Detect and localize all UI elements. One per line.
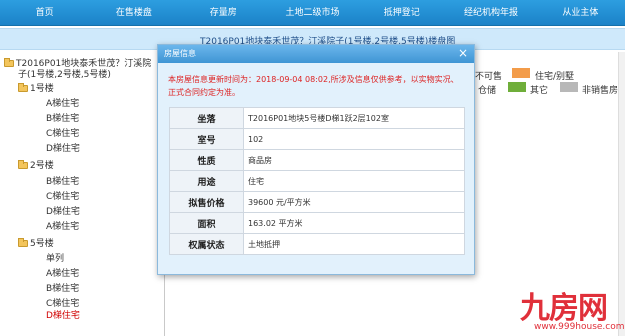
tree-building-2[interactable]: 2号楼 bbox=[18, 158, 54, 171]
watermark-url: www.999house.com bbox=[534, 322, 625, 332]
update-notice: 本房屋信息更新时间为：2018-09-04 08:02,所涉及信息仅供参考，以实… bbox=[168, 75, 459, 97]
row-value: 39600 元/平方米 bbox=[243, 191, 465, 213]
table-row: 权属状态 土地抵押 bbox=[169, 233, 465, 255]
nav-on-sale[interactable]: 在售楼盘 bbox=[89, 0, 178, 25]
house-info-dialog: 房屋信息 × 本房屋信息更新时间为：2018-09-04 08:02,所涉及信息… bbox=[157, 44, 475, 275]
tree-unit-selected[interactable]: D梯住宅 bbox=[46, 308, 80, 321]
legend-unsellable: 不可售 bbox=[475, 72, 503, 82]
tree-unit[interactable]: B梯住宅 bbox=[46, 111, 79, 124]
row-value: 土地抵押 bbox=[243, 233, 465, 255]
table-row: 性质 商品房 bbox=[169, 149, 465, 171]
row-key: 面积 bbox=[169, 212, 244, 234]
house-info-table: 坐落 T2016P01地块5号楼D梯1跃2层102室 室号 102 性质 商品房 用途… bbox=[169, 107, 465, 255]
tree-unit[interactable]: 单列 bbox=[46, 251, 64, 264]
watermark-logo: 九房网 bbox=[520, 291, 608, 326]
tree-root-label-cont: 子(1号楼,2号楼,5号楼) bbox=[18, 70, 111, 80]
table-row: 坐落 T2016P01地块5号楼D梯1跃2层102室 bbox=[169, 107, 465, 129]
tree-unit[interactable]: D梯住宅 bbox=[46, 204, 80, 217]
table-row: 面积 163.02 平方米 bbox=[169, 212, 465, 234]
legend-nonsale: 非销售房 bbox=[582, 86, 619, 96]
nav-mortgage[interactable]: 抵押登记 bbox=[357, 0, 446, 25]
folder-open-icon bbox=[18, 83, 28, 92]
legend-other: 其它 bbox=[530, 86, 549, 96]
row-key: 拟售价格 bbox=[169, 191, 244, 213]
legend-villa: 住宅/别墅 bbox=[535, 72, 575, 82]
tree-unit[interactable]: D梯住宅 bbox=[46, 141, 80, 154]
legend-swatch-other bbox=[508, 82, 526, 92]
tree-unit[interactable]: C梯住宅 bbox=[46, 189, 79, 202]
nav-home[interactable]: 首页 bbox=[0, 0, 89, 25]
row-value: 102 bbox=[243, 128, 465, 150]
tree-building-5[interactable]: 5号楼 bbox=[18, 236, 54, 249]
tree-building-1-label: 1号楼 bbox=[30, 84, 54, 94]
table-row: 室号 102 bbox=[169, 128, 465, 150]
close-icon[interactable]: × bbox=[458, 45, 468, 62]
folder-open-icon bbox=[4, 58, 14, 67]
scrollbar[interactable] bbox=[618, 52, 625, 336]
folder-open-icon bbox=[18, 160, 28, 169]
row-key: 坐落 bbox=[169, 107, 244, 129]
building-tree: T2016P01地块泰禾世茂？汀溪院 子(1号楼,2号楼,5号楼) 1号楼 A梯… bbox=[0, 52, 165, 336]
row-value: 商品房 bbox=[243, 149, 465, 171]
nav-land-market[interactable]: 土地二级市场 bbox=[268, 0, 357, 25]
row-key: 性质 bbox=[169, 149, 244, 171]
row-value: 住宅 bbox=[243, 170, 465, 192]
tree-unit[interactable]: B梯住宅 bbox=[46, 174, 79, 187]
tree-building-1[interactable]: 1号楼 bbox=[18, 81, 54, 94]
legend-swatch-villa bbox=[512, 68, 530, 78]
tree-building-2-label: 2号楼 bbox=[30, 161, 54, 171]
top-nav: 首页 在售楼盘 存量房 土地二级市场 抵押登记 经纪机构年报 从业主体 bbox=[0, 0, 625, 26]
legend-storage: 仓储 bbox=[478, 86, 497, 96]
table-row: 用途 住宅 bbox=[169, 170, 465, 192]
legend-swatch-nonsale bbox=[560, 82, 578, 92]
folder-open-icon bbox=[18, 238, 28, 247]
row-value: 163.02 平方米 bbox=[243, 212, 465, 234]
row-key: 用途 bbox=[169, 170, 244, 192]
tree-unit[interactable]: C梯住宅 bbox=[46, 126, 79, 139]
tree-unit[interactable]: A梯住宅 bbox=[46, 96, 79, 109]
row-value: T2016P01地块5号楼D梯1跃2层102室 bbox=[243, 107, 465, 129]
row-key: 室号 bbox=[169, 128, 244, 150]
table-row: 拟售价格 39600 元/平方米 bbox=[169, 191, 465, 213]
row-key: 权属状态 bbox=[169, 233, 244, 255]
tree-unit[interactable]: A梯住宅 bbox=[46, 266, 79, 279]
tree-unit[interactable]: B梯住宅 bbox=[46, 281, 79, 294]
tree-unit[interactable]: A梯住宅 bbox=[46, 219, 79, 232]
dialog-header: 房屋信息 × bbox=[158, 45, 474, 63]
dialog-title: 房屋信息 bbox=[164, 49, 196, 58]
nav-resale[interactable]: 存量房 bbox=[179, 0, 268, 25]
nav-practitioners[interactable]: 从业主体 bbox=[536, 0, 625, 25]
tree-building-5-label: 5号楼 bbox=[30, 239, 54, 249]
nav-agency-report[interactable]: 经纪机构年报 bbox=[446, 0, 535, 25]
